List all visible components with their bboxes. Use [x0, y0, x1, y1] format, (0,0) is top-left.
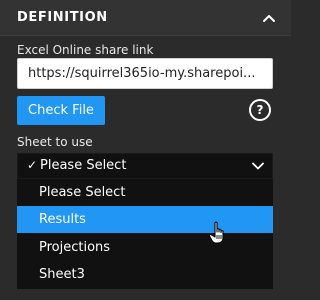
share-link-input[interactable]: https://squirrel365io-my.sharepoi... [17, 58, 273, 89]
chevron-down-icon [252, 162, 264, 170]
section-title: DEFINITION [17, 10, 108, 25]
option-results[interactable]: Results [17, 206, 273, 233]
option-sheet3[interactable]: Sheet3 [17, 261, 273, 288]
option-projections[interactable]: Projections [17, 234, 273, 261]
question-circle-icon[interactable]: ? [249, 99, 271, 121]
sheet-label: Sheet to use [17, 135, 93, 149]
sheet-dropdown-list: Please Select Results Projections Sheet3 [17, 179, 273, 289]
sheet-select-value: Please Select [40, 158, 127, 173]
share-link-label: Excel Online share link [17, 43, 154, 57]
checkmark-icon: ✓ [27, 158, 38, 172]
chevron-up-icon[interactable] [261, 11, 277, 25]
option-please-select[interactable]: Please Select [17, 179, 273, 206]
sheet-select[interactable]: ✓ Please Select [17, 153, 273, 179]
definition-header[interactable]: DEFINITION [0, 0, 291, 36]
check-file-button[interactable]: Check File [17, 96, 105, 125]
